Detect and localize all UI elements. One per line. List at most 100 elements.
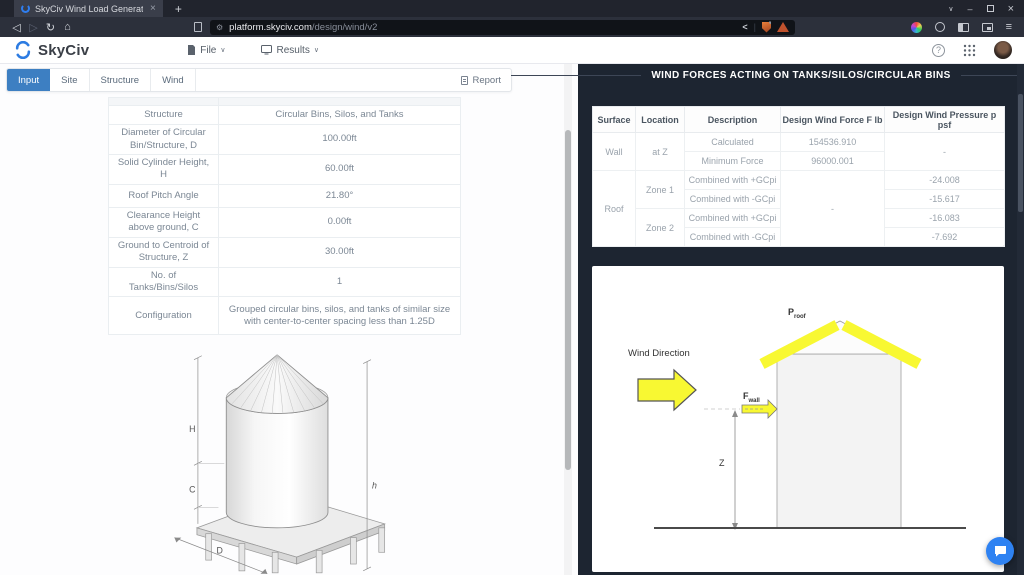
tab-structure[interactable]: Structure [90,69,152,91]
forward-icon[interactable]: ▷ [25,21,42,34]
table-header-row: Surface Location Description Design Wind… [592,106,1005,133]
wind-direction-arrow [637,368,697,412]
window-close-button[interactable]: × [1008,3,1014,15]
col-pressure: Design Wind Pressure p psf [884,106,1005,133]
extension-badge [769,21,771,24]
home-icon[interactable]: ⌂ [59,21,76,33]
silo-cone-roof [225,354,329,414]
share-icon[interactable]: < [742,22,747,32]
chat-icon [994,546,1006,557]
cell-desc: Combined with +GCpi [684,170,781,190]
right-panel-scrollbar[interactable] [1017,64,1024,575]
wind-forces-card: Surface Location Description Design Wind… [592,106,1005,247]
col-surface: Surface [592,106,636,133]
left-panel-scrollbar[interactable] [564,64,572,575]
table-row: Configuration Grouped circular bins, sil… [108,296,461,336]
loop-icon[interactable] [934,22,945,32]
monitor-icon [261,45,273,55]
tab-input[interactable]: Input [7,69,51,91]
shield-extension-icon[interactable] [762,21,771,33]
browser-tab[interactable]: SkyCiv Wind Load Generat × [14,0,163,17]
cell-desc: Combined with +GCpi [684,208,781,228]
z-dimension: Z [719,410,738,530]
table-row: Clearance Height above ground, C 0.00ft [108,206,461,238]
report-doc-icon [461,75,469,85]
chat-widget-button[interactable] [986,537,1014,565]
table-row: Ground to Centroid of Structure, Z 30.00… [108,236,461,268]
window-chevron-icon[interactable]: ∨ [948,5,953,13]
cell-force: 154536.910 [780,132,885,152]
apps-grid-icon[interactable] [963,44,976,57]
url-bar[interactable]: ⚙ platform.skyciv.com /design/wind/v2 < … [210,19,795,35]
cell-pressure: -7.692 [884,227,1005,247]
right-scrollbar-thumb[interactable] [1018,94,1023,212]
tab-title: SkyCiv Wind Load Generat [35,3,143,14]
cell-location: at Z [635,132,685,171]
url-divider: | [753,22,756,32]
title-rule-right [960,75,1024,76]
cell-pressure: -24.008 [884,170,1005,190]
z-label: Z [719,458,725,468]
row-value: 21.80° [218,183,461,208]
row-label: Configuration [108,296,219,336]
site-settings-icon[interactable]: ⚙ [216,23,223,32]
cell-location: Zone 2 [635,208,685,247]
row-label: Ground to Centroid of Structure, Z [108,236,219,268]
input-tab-bar: Input Site Structure Wind Report [6,68,512,92]
table-row: Roof Pitch Angle 21.80° [108,183,461,208]
tab-close-icon[interactable]: × [150,3,156,14]
wind-forces-table: Surface Location Description Design Wind… [592,106,1005,247]
row-value: 1 [218,266,461,298]
skyciv-logo[interactable]: SkyCiv [14,41,89,59]
row-label: Clearance Height above ground, C [108,206,219,238]
f-wall-label: Fwall [743,391,760,404]
results-title-row: WIND FORCES ACTING ON TANKS/SILOS/CIRCUL… [511,70,1024,81]
back-icon[interactable]: ◁ [8,21,25,34]
user-avatar[interactable] [994,41,1012,59]
row-label: Diameter of Circular Bin/Structure, D [108,124,219,155]
dim-label-h: h [372,481,377,491]
col-location: Location [635,106,685,133]
row-value: 60.00ft [218,154,461,185]
wind-diagram: Proof Wind Direction Fwall Z [628,307,966,530]
cell-pressure: -15.617 [884,189,1005,209]
chevron-down-icon: ∨ [220,47,226,54]
col-description: Description [684,106,781,133]
triangle-extension-icon[interactable] [777,22,789,32]
browser-tab-bar: SkyCiv Wind Load Generat × + ∨ – × [0,0,1024,17]
table-row: Wall at Z Calculated 154536.910 - [592,132,1005,171]
browser-toolbar: ◁ ▷ ↻ ⌂ ⚙ platform.skyciv.com /design/wi… [0,17,1024,37]
file-menu-label: File [200,44,217,56]
silo-cylinder [225,397,329,529]
table-row: Structure Circular Bins, Silos, and Tank… [108,105,461,125]
row-label: Structure [108,105,219,125]
file-menu[interactable]: File ∨ [187,44,226,56]
left-scrollbar-thumb[interactable] [565,130,571,470]
color-wheel-extension-icon[interactable] [910,21,922,33]
tab-site[interactable]: Site [50,69,90,91]
cell-desc: Calculated [684,132,781,152]
url-domain: platform.skyciv.com [229,21,312,33]
main-area: Input Site Structure Wind Report Structu… [0,64,1024,575]
picture-in-picture-icon[interactable] [981,22,993,32]
dim-label-C: C [189,485,196,495]
bookmark-icon[interactable] [194,22,202,32]
results-menu[interactable]: Results ∨ [261,45,319,56]
input-panel: Input Site Structure Wind Report Structu… [0,64,578,575]
skyciv-favicon [21,4,30,13]
wind-direction-label: Wind Direction [628,348,690,359]
file-icon [188,44,196,55]
row-value: Circular Bins, Silos, and Tanks [218,105,461,125]
window-restore-button[interactable] [986,5,994,12]
structure-summary-table: Structure Circular Bins, Silos, and Tank… [108,97,461,336]
help-icon[interactable]: ? [932,43,945,57]
new-tab-button[interactable]: + [175,2,182,16]
report-button[interactable]: Report [451,69,511,91]
sidebar-toggle-icon[interactable] [957,22,969,32]
window-minimize-button[interactable]: – [968,4,973,14]
row-label: Solid Cylinder Height, H [108,154,219,185]
browser-menu-icon[interactable]: ≡ [1006,21,1012,33]
tab-wind[interactable]: Wind [151,69,196,91]
row-value: 100.00ft [218,124,461,155]
reload-icon[interactable]: ↻ [42,21,59,34]
